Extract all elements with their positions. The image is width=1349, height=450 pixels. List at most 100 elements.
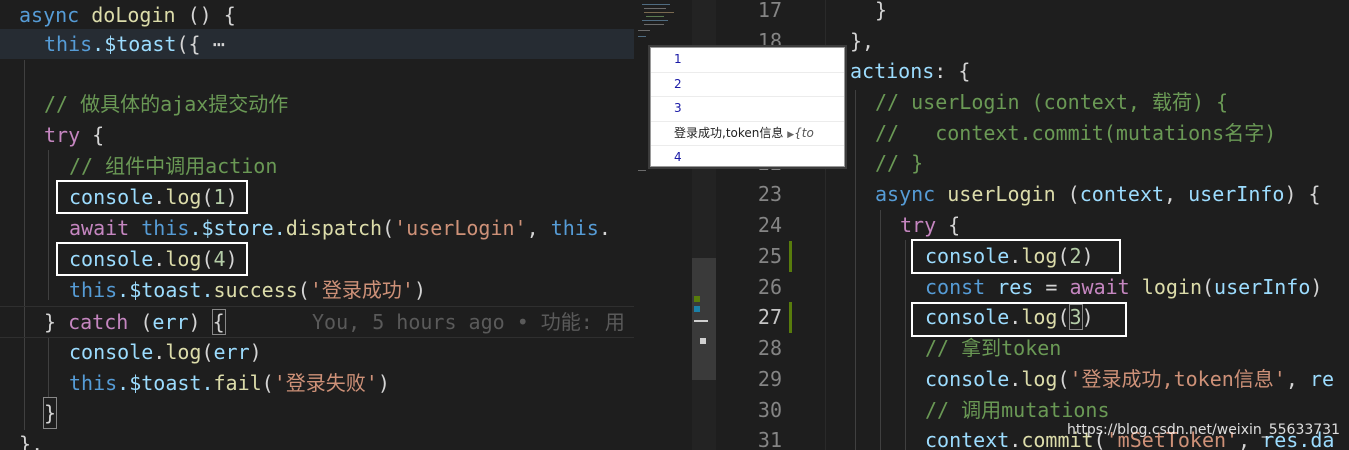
code-line[interactable]: try { — [0, 120, 634, 150]
code-punctuation: ( — [201, 340, 214, 364]
this-token: this — [69, 371, 118, 395]
code-comment: // 调用mutations — [925, 398, 1110, 422]
code-line[interactable]: 17 } — [716, 0, 1349, 25]
property-token: actions — [850, 59, 935, 83]
highlight-box — [56, 180, 248, 214]
line-number: 26 — [757, 275, 782, 299]
string-literal: 'userLogin' — [394, 216, 527, 240]
code-comment: // } — [875, 151, 924, 175]
code-line[interactable]: }, — [0, 429, 634, 450]
code-comment: // context.commit(mutations名字) — [875, 121, 1277, 145]
keyword-token: const — [925, 275, 986, 299]
git-blame-annotation[interactable]: You, 5 hours ago • 功能: 用 — [312, 307, 625, 337]
code-punctuation: } — [875, 0, 888, 22]
code-line[interactable]: } catch (err) { You, 5 hours ago • 功能: 用 — [0, 306, 634, 338]
code-punctuation: ({ — [176, 32, 201, 56]
string-literal: '登录失败' — [273, 371, 378, 395]
code-punctuation: () { — [175, 3, 236, 27]
line-number: 17 — [757, 0, 782, 22]
code-punctuation: , — [526, 216, 551, 240]
this-token: this — [44, 32, 93, 56]
this-token: this — [550, 216, 599, 240]
left-editor-pane[interactable]: async doLogin () { this.$toast({ ⋯ // 做具… — [0, 0, 634, 450]
minimap-line — [642, 4, 670, 5]
matched-brace: { — [211, 309, 226, 335]
code-line[interactable]: 23 async userLogin (context, userInfo) { — [716, 179, 1349, 209]
function-name: log — [1021, 367, 1058, 391]
code-line-current[interactable]: this.$toast({ ⋯ — [0, 29, 634, 59]
code-comment: // 拿到token — [925, 336, 1062, 360]
minimap-line — [638, 36, 646, 37]
code-punctuation: ( — [382, 216, 395, 240]
code-punctuation: ( — [297, 278, 310, 302]
keyword-token: await — [69, 216, 130, 240]
minimap-line — [644, 24, 664, 25]
variable-token: userInfo — [1214, 275, 1311, 299]
code-punctuation: }, — [850, 29, 875, 53]
code-punctuation: ) { — [1284, 182, 1321, 206]
keyword-token: catch — [68, 310, 129, 334]
code-line[interactable]: async doLogin () { — [0, 0, 634, 30]
change-marker — [694, 306, 700, 312]
parameter-token: context — [1079, 182, 1165, 206]
code-punctuation: ) — [1310, 275, 1323, 299]
member-token: .$store. — [189, 216, 286, 240]
member-token: .$toast. — [117, 371, 214, 395]
console-row: 3 — [651, 97, 844, 122]
code-line[interactable]: 29 console.log('登录成功,token信息', re — [716, 364, 1349, 394]
function-name: doLogin — [91, 3, 176, 27]
variable-token: err — [213, 340, 250, 364]
minimap-line — [644, 8, 666, 9]
minimap-line — [638, 170, 646, 171]
code-line[interactable]: console.log(err) — [0, 337, 634, 367]
scrollbar-thumb[interactable] — [692, 258, 716, 380]
code-punctuation: ) — [188, 310, 213, 334]
code-comment: // 做具体的ajax提交动作 — [44, 92, 289, 116]
object-token: context — [925, 428, 1010, 450]
function-name: dispatch — [285, 216, 383, 240]
console-row: 1 — [651, 48, 844, 73]
member-token: .$toast — [92, 32, 177, 56]
change-marker — [694, 296, 700, 302]
line-number: 23 — [757, 182, 782, 206]
code-punctuation: . — [153, 340, 166, 364]
code-line[interactable]: 24 try { — [716, 210, 1349, 240]
keyword-token: try — [900, 213, 937, 237]
code-punctuation: ( — [261, 371, 274, 395]
code-line[interactable]: await this.$store.dispatch('userLogin', … — [0, 213, 634, 243]
object-token: console — [925, 367, 1010, 391]
keyword-token: await — [1069, 275, 1130, 299]
line-number: 25 — [757, 244, 782, 268]
code-line[interactable]: // 做具体的ajax提交动作 — [0, 89, 634, 119]
variable-token: err — [152, 310, 189, 334]
function-name: login — [1141, 275, 1202, 299]
code-punctuation: . — [1009, 428, 1022, 450]
highlight-box — [56, 242, 248, 276]
this-token: this — [69, 278, 118, 302]
code-punctuation: { — [936, 213, 961, 237]
line-number: 30 — [757, 398, 782, 422]
code-punctuation: ( — [1202, 275, 1215, 299]
parameter-token: userInfo — [1188, 182, 1285, 206]
code-punctuation: { — [80, 123, 105, 147]
highlight-box — [911, 302, 1127, 337]
minimap-line — [644, 12, 674, 13]
function-name: log — [165, 340, 202, 364]
code-punctuation: } — [44, 310, 69, 334]
fold-ellipsis-icon[interactable]: ⋯ — [201, 32, 225, 56]
console-row[interactable]: 登录成功,token信息 ▶{to — [651, 122, 844, 146]
code-punctuation: ) — [249, 340, 262, 364]
code-line[interactable]: this.$toast.success('登录成功') — [0, 275, 634, 305]
code-line[interactable]: // 组件中调用action — [0, 151, 634, 181]
code-line[interactable]: } — [0, 397, 634, 429]
code-punctuation: : { — [934, 59, 971, 83]
code-line[interactable]: 26 const res = await login(userInfo) — [716, 272, 1349, 302]
function-name: fail — [213, 371, 262, 395]
code-line[interactable]: 30 // 调用mutations — [716, 395, 1349, 425]
highlight-box — [911, 239, 1121, 274]
keyword-token: async — [875, 182, 936, 206]
code-line[interactable]: 28 // 拿到token — [716, 333, 1349, 363]
code-line[interactable]: this.$toast.fail('登录失败') — [0, 368, 634, 398]
console-object-preview[interactable]: {to — [794, 126, 814, 140]
string-literal: '登录成功' — [309, 278, 414, 302]
